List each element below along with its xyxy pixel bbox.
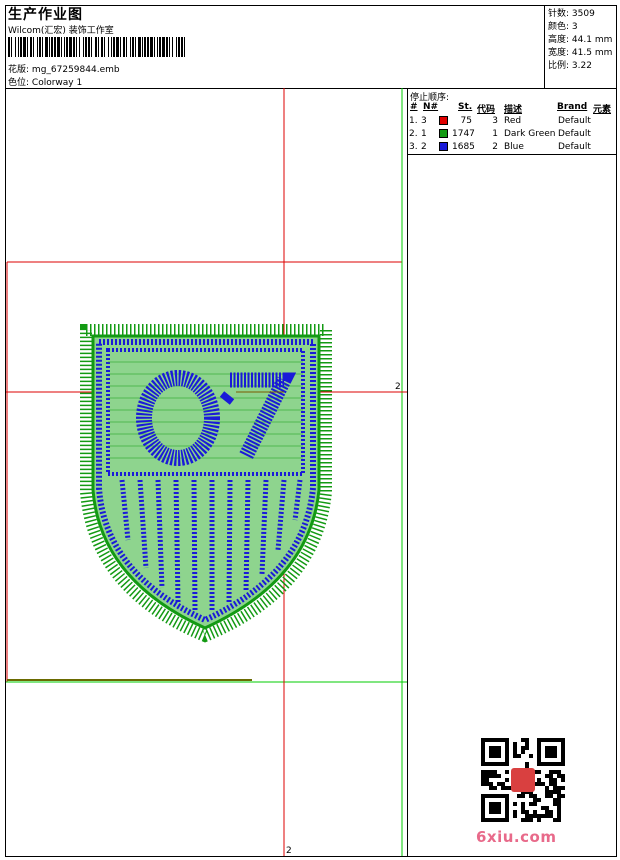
qr-code [481,738,565,822]
site-watermark: 6xiu.com [476,828,557,846]
design-canvas [6,88,407,856]
guide-label-right: 2 [395,382,401,392]
guide-label-bottom: 2 [286,846,292,856]
